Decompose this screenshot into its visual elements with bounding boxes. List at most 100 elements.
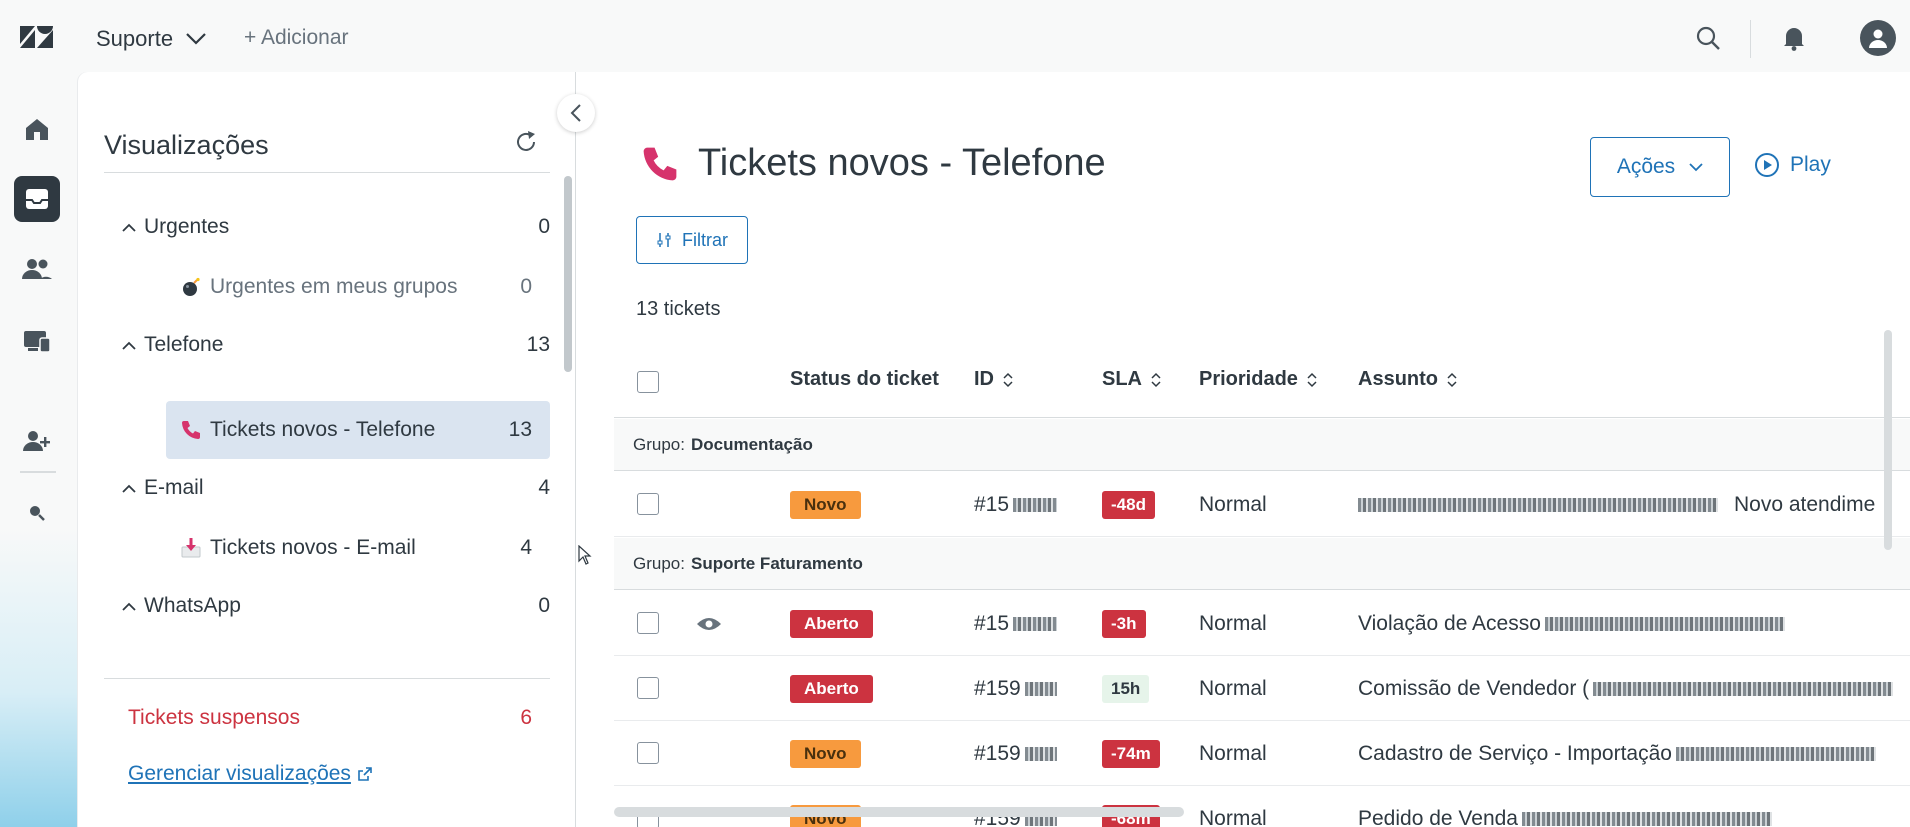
- search-icon[interactable]: [1692, 22, 1724, 54]
- row-checkbox[interactable]: [637, 742, 659, 764]
- status-badge: Aberto: [790, 609, 873, 638]
- nav-reporting[interactable]: [14, 318, 60, 364]
- nav-views[interactable]: [14, 176, 60, 222]
- subject-text: Comissão de Vendedor (: [1358, 676, 1590, 700]
- views-panel: Visualizações Urgentes 0 Urgentes em meu…: [78, 72, 576, 827]
- group-whatsapp[interactable]: WhatsApp 0: [122, 591, 550, 621]
- phone-icon: [643, 147, 677, 180]
- product-switcher[interactable]: Suporte: [96, 26, 207, 52]
- view-label: Urgentes em meus grupos: [210, 275, 458, 298]
- subject-cell[interactable]: Novo atendime: [1358, 472, 1875, 537]
- tickets-table: Status do ticket ID SLA Prioridade Assun…: [614, 338, 1910, 827]
- header-subject[interactable]: Assunto: [1358, 368, 1458, 391]
- group-email[interactable]: E-mail 4: [122, 473, 550, 503]
- sla-badge: -48d: [1102, 490, 1155, 519]
- chevron-up-icon: [122, 480, 144, 496]
- chevron-up-icon: [122, 337, 144, 353]
- table-row[interactable]: Novo #159 -74m Normal Cadastro de Serviç…: [614, 721, 1910, 786]
- main-content: Tickets novos - Telefone Ações Play Filt…: [576, 72, 1910, 827]
- views-title: Visualizações: [104, 130, 269, 160]
- product-name: Suporte: [96, 26, 174, 51]
- group-row-documentacao: Grupo: Documentação: [614, 419, 1910, 471]
- user-icon: [1869, 29, 1887, 48]
- add-button[interactable]: + Adicionar: [244, 26, 349, 50]
- nav-customers[interactable]: [14, 246, 60, 292]
- sort-icon: [1003, 372, 1013, 387]
- sla-cell: -74m: [1102, 721, 1160, 786]
- view-tickets-suspensos[interactable]: Tickets suspensos 6: [128, 706, 550, 730]
- status-badge: Aberto: [790, 674, 873, 703]
- nav-add-user[interactable]: [14, 418, 60, 464]
- sla-badge: 15h: [1102, 674, 1150, 703]
- header-id-label: ID: [974, 368, 994, 390]
- header-sla[interactable]: SLA: [1102, 368, 1162, 391]
- collapse-panel-button[interactable]: [557, 94, 595, 132]
- redacted-text: [1544, 616, 1785, 631]
- nav-home[interactable]: [14, 106, 60, 152]
- magnifier-icon: [30, 506, 45, 521]
- row-checkbox[interactable]: [637, 612, 659, 634]
- header-priority[interactable]: Prioridade: [1199, 368, 1318, 391]
- id-cell: #15: [974, 472, 1061, 537]
- view-label: Tickets novos - E-mail: [210, 536, 416, 559]
- group-telefone[interactable]: Telefone 13: [122, 330, 550, 360]
- group-urgentes[interactable]: Urgentes 0: [122, 212, 550, 242]
- group-count: 0: [538, 594, 550, 617]
- views-scrollbar[interactable]: [564, 176, 572, 372]
- group-label: Telefone: [144, 333, 224, 356]
- manage-views-link[interactable]: Gerenciar visualizações: [128, 762, 373, 786]
- sort-icon: [1307, 372, 1317, 387]
- eye-icon[interactable]: [696, 591, 722, 656]
- horizontal-scrollbar[interactable]: [614, 807, 1184, 817]
- chevron-left-icon: [570, 104, 581, 122]
- play-button[interactable]: Play: [1754, 152, 1831, 178]
- subject-cell[interactable]: Cadastro de Serviço - Importação: [1358, 721, 1880, 786]
- group-label: WhatsApp: [144, 594, 241, 617]
- vertical-scrollbar[interactable]: [1884, 330, 1892, 550]
- subject-cell[interactable]: Pedido de Venda: [1358, 786, 1776, 827]
- actions-button[interactable]: Ações: [1590, 137, 1730, 197]
- row-checkbox[interactable]: [637, 493, 659, 515]
- group-label: Urgentes: [144, 215, 230, 238]
- add-user-icon: [23, 431, 50, 451]
- status-badge: Novo: [790, 490, 861, 519]
- subject-cell[interactable]: Comissão de Vendedor (: [1358, 656, 1897, 721]
- group-name: Suporte Faturamento: [690, 553, 863, 573]
- refresh-icon[interactable]: [514, 130, 540, 156]
- status-cell: Aberto: [790, 656, 873, 721]
- filter-button[interactable]: Filtrar: [636, 216, 748, 264]
- table-row[interactable]: Novo #15 -48d Normal Novo atendime: [614, 472, 1910, 537]
- group-count: 13: [526, 333, 550, 356]
- zendesk-logo-icon[interactable]: [18, 22, 58, 56]
- subject-text: Cadastro de Serviço - Importação: [1358, 741, 1672, 765]
- priority-cell: Normal: [1199, 676, 1267, 700]
- users-icon: [22, 259, 52, 279]
- header-id[interactable]: ID: [974, 368, 1014, 391]
- ticket-id: #15: [974, 492, 1010, 516]
- header-sla-label: SLA: [1102, 368, 1142, 390]
- id-cell: #15: [974, 591, 1061, 656]
- phone-icon: [178, 417, 204, 443]
- header-status[interactable]: Status do ticket: [790, 368, 939, 391]
- user-avatar[interactable]: [1860, 20, 1896, 56]
- row-checkbox[interactable]: [637, 677, 659, 699]
- subject-cell[interactable]: Violação de Acesso: [1358, 591, 1789, 656]
- nav-search[interactable]: [14, 490, 60, 536]
- priority-cell: Normal: [1199, 492, 1267, 516]
- suspended-count: 6: [520, 706, 532, 729]
- view-urgentes-meus-grupos[interactable]: Urgentes em meus grupos 0: [166, 258, 550, 316]
- table-row[interactable]: Aberto #159 15h Normal Comissão de Vende…: [614, 656, 1910, 721]
- left-nav-rail: [0, 78, 78, 827]
- view-count: 0: [520, 275, 532, 298]
- view-tickets-novos-email[interactable]: Tickets novos - E-mail 4: [166, 519, 550, 577]
- toolbar-divider: [1750, 20, 1751, 58]
- redacted-text: [1521, 811, 1772, 826]
- redacted-text: [1013, 616, 1058, 631]
- id-cell: #159: [974, 721, 1061, 786]
- table-row[interactable]: Aberto #15 -3h Normal Violação de Acesso: [614, 591, 1910, 656]
- sla-cell: -48d: [1102, 472, 1155, 537]
- bell-icon[interactable]: [1778, 22, 1810, 54]
- sla-badge: -3h: [1102, 609, 1146, 638]
- view-tickets-novos-telefone[interactable]: Tickets novos - Telefone 13: [166, 401, 550, 459]
- select-all-checkbox[interactable]: [637, 371, 659, 393]
